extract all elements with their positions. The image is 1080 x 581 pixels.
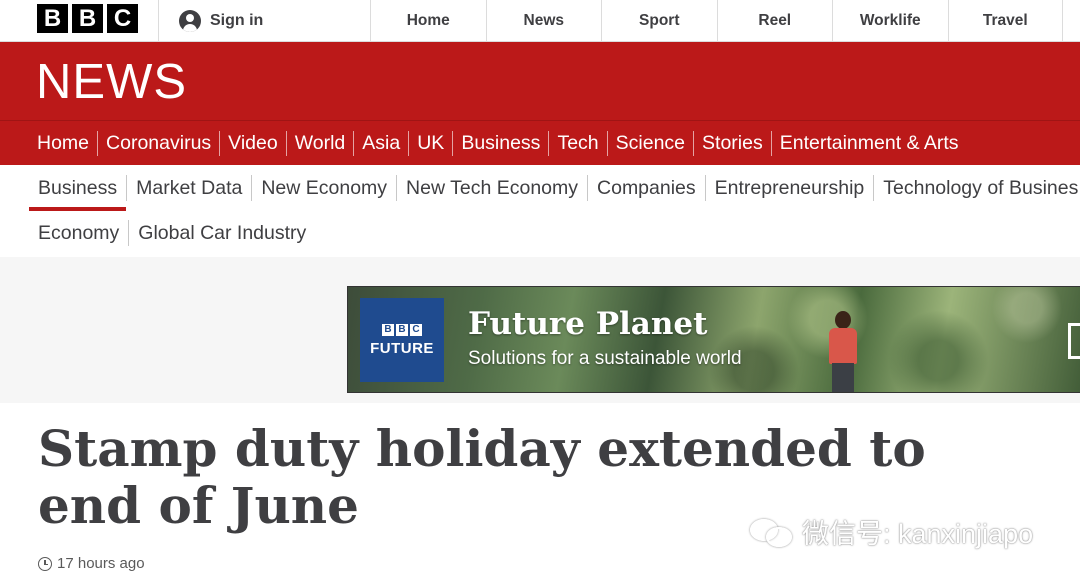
section-nav-stories[interactable]: Stories (693, 130, 771, 156)
watermark-text: 微信号: kanxinjiapo (802, 519, 1034, 549)
subnav-row: Business Market Data New Economy New Tec… (29, 173, 1080, 211)
section-nav-tech[interactable]: Tech (548, 130, 606, 156)
section-nav-asia[interactable]: Asia (353, 130, 408, 156)
promo-subtitle: Solutions for a sustainable world (468, 348, 742, 369)
section-nav-coronavirus[interactable]: Coronavirus (97, 130, 219, 156)
bbc-mini-logo: B B C (382, 323, 422, 336)
subnav-companies[interactable]: Companies (587, 175, 705, 201)
global-nav-travel[interactable]: Travel (947, 0, 1063, 42)
bbc-logo[interactable]: B B C (37, 4, 138, 33)
news-logo[interactable]: NEWS (36, 54, 187, 110)
badge-label: FUTURE (370, 339, 434, 357)
section-nav-science[interactable]: Science (606, 130, 693, 156)
business-subnav: Business Market Data New Economy New Tec… (0, 166, 1080, 256)
section-nav-business[interactable]: Business (452, 130, 548, 156)
global-nav-news[interactable]: News (485, 0, 602, 42)
subnav-row: Economy Global Car Industry (29, 218, 315, 248)
bbc-future-badge: B B C FUTURE (360, 298, 444, 382)
forest-background (348, 287, 1080, 392)
clock-icon (38, 556, 52, 571)
global-nav-sport[interactable]: Sport (601, 0, 717, 42)
section-nav-video[interactable]: Video (219, 130, 286, 156)
badge-letter: B (396, 323, 408, 336)
sign-in-link[interactable]: Sign in (158, 0, 370, 42)
promo-arrow-icon (1068, 323, 1080, 359)
subnav-economy[interactable]: Economy (29, 220, 128, 246)
article-timestamp: 17 hours ago (57, 555, 145, 572)
promo-title: Future Planet (468, 306, 708, 342)
global-nav: Home News Sport Reel Worklife Travel (370, 0, 1063, 42)
bbc-logo-letter: B (72, 4, 103, 33)
future-planet-banner[interactable]: B B C FUTURE Future Planet Solutions for… (347, 286, 1080, 393)
subnav-market-data[interactable]: Market Data (126, 175, 251, 201)
global-header: B B C Sign in Home News Sport Reel Workl… (0, 0, 1080, 42)
promo-band: B B C FUTURE Future Planet Solutions for… (0, 257, 1080, 403)
subnav-new-tech-economy[interactable]: New Tech Economy (396, 175, 587, 201)
user-icon (179, 10, 201, 32)
wechat-watermark: 微信号: kanxinjiapo (750, 512, 1033, 551)
section-nav-entertainment-arts[interactable]: Entertainment & Arts (770, 130, 967, 156)
section-nav: Home Coronavirus Video World Asia UK Bus… (0, 120, 1080, 165)
section-nav-world[interactable]: World (285, 130, 354, 156)
bbc-logo-letter: B (37, 4, 68, 33)
badge-letter: C (410, 323, 422, 336)
global-nav-reel[interactable]: Reel (716, 0, 833, 42)
section-nav-home[interactable]: Home (28, 131, 97, 156)
global-nav-worklife[interactable]: Worklife (832, 0, 948, 42)
subnav-business[interactable]: Business (29, 175, 127, 211)
global-nav-home[interactable]: Home (370, 0, 486, 42)
wechat-icon (750, 515, 794, 549)
badge-letter: B (382, 323, 394, 336)
person-illustration (823, 311, 863, 392)
subnav-entrepreneurship[interactable]: Entrepreneurship (704, 175, 874, 201)
sign-in-label: Sign in (210, 12, 264, 29)
subnav-technology-of-business[interactable]: Technology of Busines (873, 175, 1080, 201)
article-meta: 17 hours ago (38, 555, 145, 572)
subnav-new-economy[interactable]: New Economy (251, 175, 396, 201)
section-nav-uk[interactable]: UK (408, 130, 452, 156)
bbc-logo-letter: C (107, 4, 138, 33)
subnav-global-car-industry[interactable]: Global Car Industry (128, 220, 315, 246)
news-masthead: NEWS (0, 42, 1080, 120)
